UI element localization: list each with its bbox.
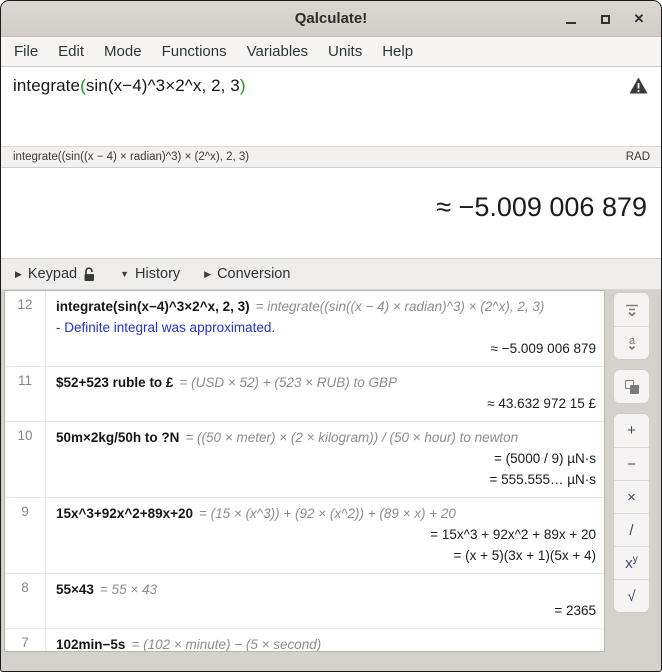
history-toggle[interactable]: ▼ History — [120, 266, 180, 282]
keypad-toggle-label: Keypad — [28, 266, 77, 282]
history-side-buttons: a + − × / xy √ — [613, 292, 650, 622]
warning-icon — [629, 77, 648, 94]
divide-button[interactable]: / — [614, 513, 649, 546]
menu-item-functions[interactable]: Functions — [152, 39, 237, 64]
result-display[interactable]: ≈ −5.009 006 879 — [1, 168, 661, 258]
sqrt-icon: √ — [627, 588, 635, 605]
history-results: = (5000 / 9) µN·s= 555.555… µN·s — [56, 448, 596, 490]
insert-value-icon — [624, 302, 640, 318]
conversion-toggle-label: Conversion — [217, 266, 290, 282]
power-button[interactable]: xy — [614, 546, 649, 579]
history-results: ≈ 43.632 972 15 £ — [56, 393, 596, 414]
result-value: ≈ −5.009 006 879 — [436, 192, 647, 223]
conversion-expander-icon: ▶ — [204, 269, 211, 280]
history-note: - Definite integral was approximated. — [56, 317, 596, 338]
minimize-button[interactable] — [559, 7, 583, 31]
svg-text:a: a — [628, 335, 635, 347]
window-title: Qalculate! — [295, 10, 368, 27]
menubar: File Edit Mode Functions Variables Units… — [1, 37, 661, 67]
history-expression[interactable]: 15x^3+92x^2+89x+20 — [56, 506, 193, 521]
minimize-icon — [566, 22, 576, 24]
close-icon: ✕ — [634, 11, 645, 27]
history-expression[interactable]: 102min−5s — [56, 637, 125, 652]
keypad-toggle[interactable]: ▶ Keypad — [15, 266, 96, 282]
history-results: = 2365 — [56, 600, 596, 621]
minus-button[interactable]: − — [614, 447, 649, 480]
copy-icon — [625, 380, 639, 394]
parse-status-bar: integrate((sin((x − 4) × radian)^3) × (2… — [1, 146, 661, 168]
plus-button[interactable]: + — [614, 414, 649, 447]
copy-button[interactable] — [614, 370, 649, 403]
history-parsed: = (102 × minute) − (5 × second) — [131, 637, 321, 652]
divide-icon: / — [629, 522, 633, 539]
history-row[interactable]: 7 102min−5s = (102 × minute) − (5 × secon… — [5, 628, 604, 652]
insert-text-icon: a — [624, 335, 640, 352]
maximize-button[interactable] — [593, 7, 617, 31]
history-expander-icon: ▼ — [120, 269, 129, 279]
sqrt-button[interactable]: √ — [614, 579, 649, 612]
history-parsed: = integrate((sin((x − 4) × radian)^3) × … — [256, 299, 545, 314]
history-parsed: = ((50 × meter) × (2 × kilogram)) / (50 … — [185, 430, 518, 445]
history-index: 11 — [5, 367, 46, 421]
history-row[interactable]: 11 $52+523 ruble to £ = (USD × 52) + (523… — [5, 366, 604, 421]
keypad-lock-icon[interactable] — [83, 267, 96, 282]
history-expression[interactable]: 55×43 — [56, 582, 94, 597]
history-result[interactable]: = (x + 5)(3x + 1)(5x + 4) — [56, 545, 596, 566]
history-expression[interactable]: integrate(sin(x−4)^3×2^x, 2, 3) — [56, 299, 250, 314]
history-result[interactable]: = 555.555… µN·s — [56, 469, 596, 490]
insert-value-button[interactable] — [614, 293, 649, 326]
history-result[interactable]: = 2365 — [56, 600, 596, 621]
angle-mode-label[interactable]: RAD — [626, 151, 650, 163]
history-parsed: = (15 × (x^3)) + (92 × (x^2)) + (89 × x)… — [199, 506, 456, 521]
history-expression[interactable]: 50m×2kg/50h to ?N — [56, 430, 179, 445]
history-result[interactable]: ≈ −5.009 006 879 — [56, 338, 596, 359]
history-index: 8 — [5, 574, 46, 628]
history-result[interactable]: ≈ 43.632 972 15 £ — [56, 393, 596, 414]
history-parsed: = (USD × 52) + (523 × RUB) to GBP — [179, 375, 397, 390]
keypad-expander-icon: ▶ — [15, 269, 22, 280]
history-results: = 15x^3 + 92x^2 + 89x + 20= (x + 5)(3x +… — [56, 524, 596, 566]
menu-item-help[interactable]: Help — [372, 39, 423, 64]
expression-text: integrate(sin(x−4)^3×2^x, 2, 3) — [13, 76, 246, 96]
menu-item-edit[interactable]: Edit — [48, 39, 94, 64]
panel-toggle-bar: ▶ Keypad ▼ History ▶ Conversion — [1, 258, 661, 290]
menu-item-mode[interactable]: Mode — [94, 39, 152, 64]
multiply-button[interactable]: × — [614, 480, 649, 513]
menu-item-variables[interactable]: Variables — [237, 39, 318, 64]
history-parsed: = 55 × 43 — [100, 582, 157, 597]
history-expression[interactable]: $52+523 ruble to £ — [56, 375, 173, 390]
expression-function: integrate — [13, 76, 80, 95]
menu-item-units[interactable]: Units — [318, 39, 372, 64]
expression-input[interactable]: integrate(sin(x−4)^3×2^x, 2, 3) — [1, 67, 661, 146]
history-index: 9 — [5, 498, 46, 573]
history-row[interactable]: 9 15x^3+92x^2+89x+20 = (15 × (x^3)) + (92… — [5, 497, 604, 573]
history-list: 12 integrate(sin(x−4)^3×2^x, 2, 3) = inte… — [5, 291, 604, 652]
history-row[interactable]: 10 50m×2kg/50h to ?N = ((50 × meter) × (2… — [5, 421, 604, 497]
multiply-icon: × — [627, 489, 636, 506]
menu-item-file[interactable]: File — [4, 39, 48, 64]
parsed-expression: integrate((sin((x − 4) × radian)^3) × (2… — [13, 151, 249, 163]
history-result[interactable]: = (5000 / 9) µN·s — [56, 448, 596, 469]
history-panel[interactable]: 12 integrate(sin(x−4)^3×2^x, 2, 3) = inte… — [4, 290, 605, 652]
close-button[interactable]: ✕ — [627, 7, 651, 31]
warning-icon-button[interactable] — [629, 77, 648, 99]
minus-icon: − — [627, 456, 636, 473]
history-result[interactable]: = 15x^3 + 92x^2 + 89x + 20 — [56, 524, 596, 545]
history-index: 7 — [5, 629, 46, 652]
history-index: 12 — [5, 291, 46, 366]
history-row[interactable]: 12 integrate(sin(x−4)^3×2^x, 2, 3) = inte… — [5, 291, 604, 366]
history-results: ≈ −5.009 006 879 — [56, 338, 596, 359]
power-icon: xy — [625, 554, 638, 572]
insert-text-button[interactable]: a — [614, 326, 649, 359]
titlebar[interactable]: Qalculate! ✕ — [1, 1, 661, 37]
qalculate-window: Qalculate! ✕ File Edit Mode Functions Va… — [0, 0, 662, 672]
history-row[interactable]: 8 55×43 = 55 × 43 = 2365 — [5, 573, 604, 628]
expression-close-paren: ) — [240, 76, 246, 95]
conversion-toggle[interactable]: ▶ Conversion — [204, 266, 290, 282]
expression-body: sin(x−4)^3×2^x, 2, 3 — [86, 76, 240, 95]
maximize-icon — [601, 15, 610, 24]
plus-icon: + — [627, 422, 636, 439]
history-toggle-label: History — [135, 266, 180, 282]
history-index: 10 — [5, 422, 46, 497]
